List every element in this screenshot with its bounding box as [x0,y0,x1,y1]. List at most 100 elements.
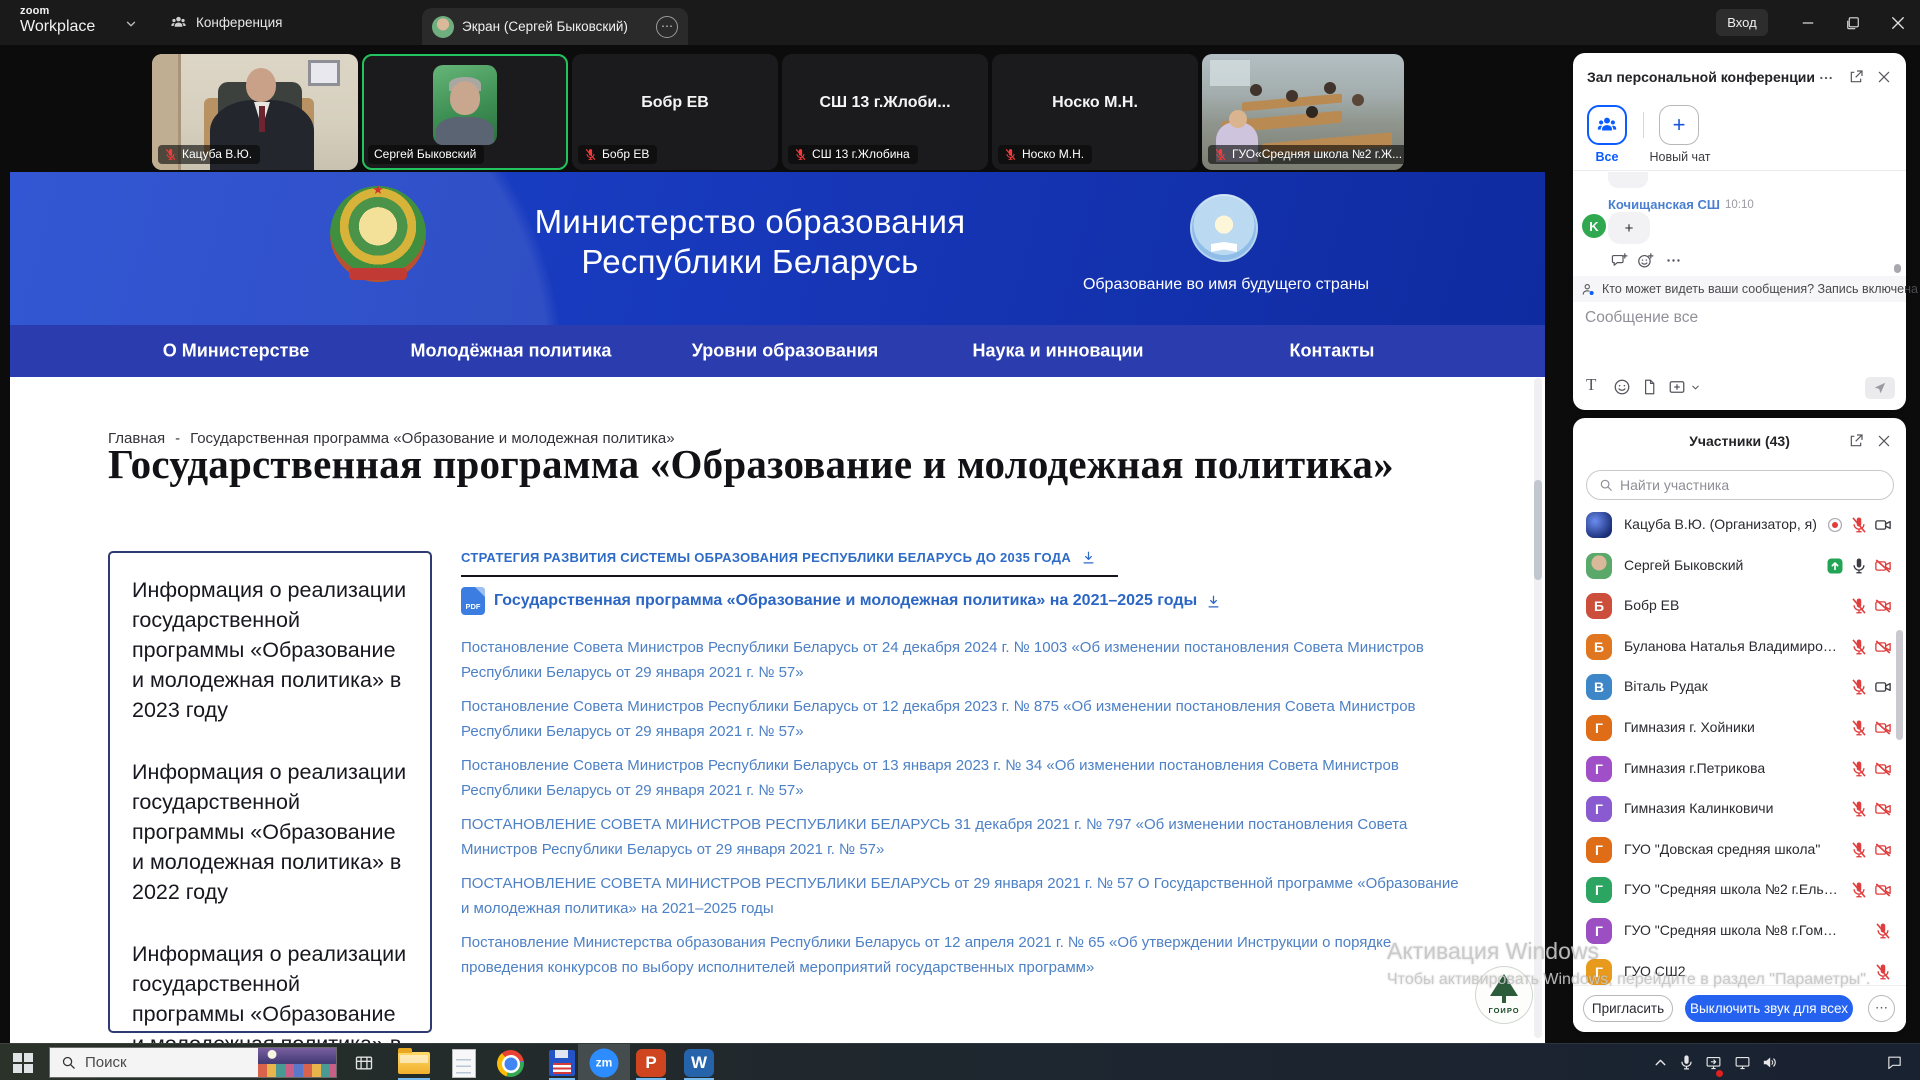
chat-message-author[interactable]: Кочищанская СШ [1608,197,1720,212]
sidebar-report-link-2[interactable]: Информация о реализации государственной … [132,757,408,907]
tab-meeting[interactable]: Конференция [170,0,283,45]
resolution-link-5[interactable]: ПОСТАНОВЛЕНИЕ СОВЕТА МИНИСТРОВ РЕСПУБЛИК… [461,872,1471,921]
camera-off-icon[interactable] [1874,841,1892,859]
reply-icon[interactable] [1611,252,1628,269]
more-icon[interactable] [1818,70,1834,86]
sidebar-report-link-1[interactable]: Информация о реализации государственной … [132,575,408,725]
new-chat-button[interactable]: + [1659,105,1699,145]
camera-icon[interactable] [1874,678,1892,696]
search-participant-input[interactable]: Найти участника [1586,470,1894,500]
video-tile-3[interactable]: Бобр ЕВБобр ЕВ [572,54,778,170]
program-pdf-link[interactable]: Государственная программа «Образование и… [494,592,1197,610]
muted-mic-icon[interactable] [1850,800,1868,818]
participants-scrollbar-thumb[interactable] [1896,630,1903,740]
muted-mic-icon[interactable] [1874,963,1892,981]
zoom-app-active[interactable]: zm [578,1044,630,1080]
pdf-link-row[interactable]: PDF Государственная программа «Образован… [461,587,1221,615]
resolution-link-4[interactable]: ПОСТАНОВЛЕНИЕ СОВЕТА МИНИСТРОВ РЕСПУБЛИК… [461,813,1471,862]
chrome-icon[interactable] [497,1050,524,1077]
volume-icon[interactable] [1760,1054,1779,1071]
muted-mic-icon[interactable] [1850,881,1868,899]
tab-screen-share[interactable]: Экран (Сергей Быковский) ⋯ [422,8,688,45]
participant-row[interactable]: ББобр ЕВ [1573,586,1906,626]
muted-mic-icon[interactable] [1874,922,1892,940]
nav-item-5[interactable]: Контакты [1290,341,1375,362]
strategy-link[interactable]: СТРАТЕГИЯ РАЗВИТИЯ СИСТЕМЫ ОБРАЗОВАНИЯ Р… [461,550,1096,565]
video-tile-2[interactable]: Сергей Быковский [362,54,568,170]
video-tile-4[interactable]: СШ 13 г.Жлоби...СШ 13 г.Жлобина [782,54,988,170]
pop-out-icon[interactable] [1848,433,1864,449]
format-text-icon[interactable]: T [1586,375,1596,395]
participant-row[interactable]: ГГУО "Довская средняя школа" [1573,830,1906,870]
close-icon[interactable] [1876,433,1892,449]
screen-share-icon[interactable] [1826,557,1844,575]
send-button[interactable] [1865,377,1895,399]
muted-mic-icon[interactable] [1850,678,1868,696]
participant-row[interactable]: ГГимназия г. Хойники [1573,708,1906,748]
participant-row[interactable]: Сергей Быковский [1573,546,1906,586]
add-reaction-icon[interactable] [1637,252,1654,269]
chat-scrollbar-thumb[interactable] [1894,264,1901,273]
screenshot-icon[interactable] [1668,378,1686,396]
video-tile-6[interactable]: ГУО«Средняя школа №2 г.Ж... [1202,54,1404,170]
muted-mic-icon[interactable] [1850,719,1868,737]
restore-icon[interactable] [1844,14,1862,32]
chevron-down-icon[interactable] [1690,382,1701,393]
camera-off-icon[interactable] [1874,638,1892,656]
signin-button[interactable]: Вход [1716,9,1768,36]
attach-file-icon[interactable] [1641,378,1658,396]
powerpoint-icon[interactable]: P [636,1049,666,1077]
nav-item-1[interactable]: О Министерстве [163,341,310,362]
participant-row[interactable]: ББуланова Наталья Владимировна -... [1573,627,1906,667]
camera-off-icon[interactable] [1874,760,1892,778]
camera-off-icon[interactable] [1874,719,1892,737]
chat-message-input[interactable]: Сообщение все [1585,309,1698,327]
network-icon[interactable] [1733,1054,1752,1071]
search-highlight-image[interactable] [258,1048,336,1077]
participant-row[interactable]: ГГимназия Калинковичи [1573,789,1906,829]
muted-mic-icon[interactable] [1850,597,1868,615]
camera-off-icon[interactable] [1874,881,1892,899]
chat-tab-all[interactable] [1587,105,1627,145]
mic-icon[interactable] [1850,557,1868,575]
minimize-icon[interactable] [1799,14,1817,32]
tray-mic-icon[interactable] [1678,1054,1695,1071]
chat-message-bubble[interactable]: + [1608,212,1650,244]
screen-record-icon[interactable] [1704,1054,1723,1071]
tray-expand-icon[interactable] [1652,1054,1669,1071]
muted-mic-icon[interactable] [1850,760,1868,778]
pop-out-icon[interactable] [1848,69,1864,85]
nav-item-2[interactable]: Молодёжная политика [411,341,612,362]
participant-row[interactable]: ГГимназия г.Петрикова [1573,749,1906,789]
recording-icon[interactable] [1826,516,1844,534]
nav-item-4[interactable]: Наука и инновации [973,341,1144,362]
tab-more-icon[interactable]: ⋯ [656,16,678,38]
save-app-icon[interactable] [549,1050,575,1076]
scrollbar-thumb[interactable] [1534,480,1542,580]
nav-item-3[interactable]: Уровни образования [692,341,879,362]
muted-mic-icon[interactable] [1850,516,1868,534]
sidebar-report-link-3[interactable]: Информация о реализации государственной … [132,939,408,1043]
camera-off-icon[interactable] [1874,800,1892,818]
resolution-link-2[interactable]: Постановление Совета Министров Республик… [461,695,1471,744]
invite-button[interactable]: Пригласить [1583,995,1673,1022]
close-icon[interactable] [1876,69,1892,85]
file-explorer-icon[interactable] [398,1052,430,1074]
participant-row[interactable]: Кацуба В.Ю. (Организатор, я) [1573,505,1906,545]
muted-mic-icon[interactable] [1850,638,1868,656]
participant-row[interactable]: ГГУО "Средняя школа №2 г.Ельска" [1573,870,1906,910]
video-tile-1[interactable]: Кацуба В.Ю. [152,54,358,170]
close-icon[interactable] [1889,14,1907,32]
muted-mic-icon[interactable] [1850,841,1868,859]
notepad-icon[interactable] [452,1049,476,1078]
more-options-button[interactable]: ⋯ [1868,995,1895,1022]
emoji-icon[interactable] [1613,378,1631,396]
camera-off-icon[interactable] [1874,557,1892,575]
task-view-icon[interactable] [354,1053,374,1073]
participant-row[interactable]: ВВіталь Рудак [1573,667,1906,707]
resolution-link-1[interactable]: Постановление Совета Министров Республик… [461,636,1471,685]
more-icon[interactable] [1665,252,1682,269]
start-button[interactable] [13,1053,32,1072]
mute-all-button[interactable]: Выключить звук для всех [1685,995,1853,1022]
action-center-icon[interactable] [1886,1054,1903,1071]
